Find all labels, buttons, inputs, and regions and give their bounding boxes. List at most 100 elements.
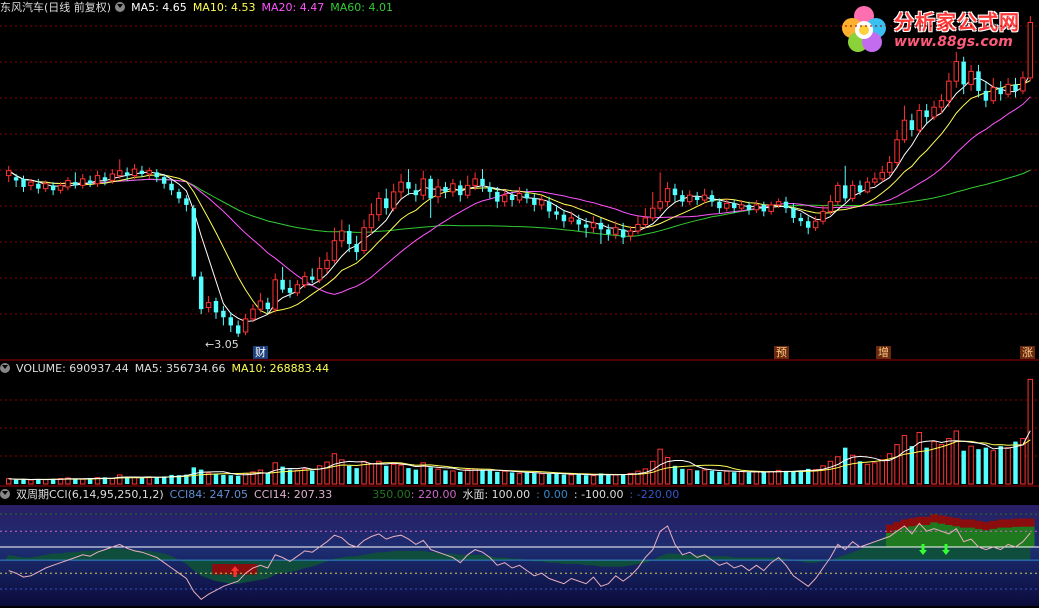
- volume-bar: [724, 470, 730, 485]
- cci-hot-zone: [959, 519, 968, 529]
- candle: [864, 181, 871, 193]
- candle: [480, 178, 485, 186]
- candle: [561, 214, 567, 222]
- volume-bar: [998, 446, 1003, 484]
- volume-bar: [961, 450, 966, 484]
- candle: [28, 181, 34, 186]
- cci-bull-zone: [885, 532, 894, 547]
- candle: [354, 244, 359, 253]
- cci-hot-zone: [989, 520, 998, 530]
- volume-bar: [909, 446, 915, 484]
- candle: [532, 198, 537, 205]
- candle: [42, 183, 49, 190]
- volume-bar: [894, 444, 900, 485]
- candle: [280, 279, 285, 290]
- cci-bull-zone: [915, 524, 924, 547]
- cci-bull-zone: [1011, 526, 1020, 547]
- candle: [576, 219, 581, 225]
- volume-bar: [406, 468, 411, 484]
- volume-bar: [384, 465, 389, 484]
- volume-bar: [583, 475, 589, 484]
- volume-bar: [554, 473, 559, 484]
- candle: [583, 224, 589, 228]
- candle: [916, 109, 922, 131]
- candle: [50, 185, 56, 191]
- candle: [990, 87, 997, 102]
- candle: [376, 197, 382, 216]
- candle: [524, 193, 530, 199]
- candle: [931, 106, 937, 118]
- candle: [805, 221, 811, 228]
- candle: [309, 276, 315, 280]
- volume-bar: [221, 474, 226, 484]
- volume-bar: [131, 476, 138, 485]
- volume-bar: [990, 450, 997, 485]
- stock-chart[interactable]: [0, 0, 1039, 608]
- cci-bull-zone: [937, 523, 946, 547]
- candle: [406, 182, 411, 189]
- candle: [420, 178, 426, 196]
- candle: [428, 178, 433, 199]
- candle: [657, 201, 663, 209]
- volume-bar: [109, 478, 116, 485]
- volume-bar: [376, 460, 382, 485]
- cci-hot-zone: [974, 520, 983, 530]
- volume-bar: [976, 449, 981, 484]
- volume-bar: [561, 474, 567, 484]
- candle: [443, 187, 448, 192]
- candle: [5, 170, 12, 177]
- volume-bar: [309, 470, 315, 484]
- candle: [331, 240, 338, 261]
- candle: [472, 178, 478, 186]
- candle: [213, 301, 219, 313]
- volume-bar: [324, 461, 330, 485]
- volume-bar: [791, 471, 796, 484]
- candle: [664, 188, 671, 203]
- candle: [827, 201, 834, 212]
- candle: [872, 178, 878, 183]
- volume-bar: [938, 444, 945, 485]
- cci-hot-zone: [945, 516, 954, 526]
- candle: [287, 287, 293, 293]
- candle: [620, 229, 626, 238]
- candle: [731, 203, 737, 209]
- cci-hot-zone: [1019, 518, 1028, 528]
- cci-hot-zone: [967, 519, 976, 529]
- volume-bar: [576, 474, 581, 484]
- volume-bar: [368, 463, 375, 485]
- volume-bar: [21, 479, 26, 484]
- candle: [924, 110, 929, 117]
- candle: [458, 185, 463, 196]
- candle: [124, 172, 130, 176]
- cci-bull-zone: [930, 522, 939, 547]
- candle: [347, 230, 352, 244]
- candle: [687, 194, 693, 203]
- candle: [724, 202, 730, 209]
- candle: [835, 184, 841, 203]
- volume-bar: [857, 461, 863, 484]
- candle: [894, 139, 900, 164]
- volume-bar: [516, 472, 523, 485]
- candle: [635, 223, 641, 232]
- volume-bar: [354, 468, 359, 484]
- candle: [798, 217, 804, 222]
- candle: [791, 208, 796, 218]
- volume-bar: [532, 473, 537, 484]
- volume-bar: [879, 459, 885, 485]
- candle: [154, 172, 159, 178]
- volume-bar: [398, 464, 404, 485]
- volume-bar: [672, 465, 678, 484]
- candle: [294, 284, 301, 294]
- cci-hot-zone: [1026, 518, 1035, 528]
- candle: [1020, 77, 1026, 92]
- candle: [768, 204, 774, 212]
- volume-bar: [501, 470, 508, 485]
- volume-bar: [775, 469, 782, 485]
- cci-bull-zone: [982, 530, 991, 547]
- candle: [783, 201, 789, 209]
- candle: [1005, 83, 1011, 95]
- volume-bar: [480, 470, 485, 484]
- candle: [998, 87, 1003, 95]
- candle: [361, 227, 367, 252]
- cci-hot-zone: [982, 522, 991, 532]
